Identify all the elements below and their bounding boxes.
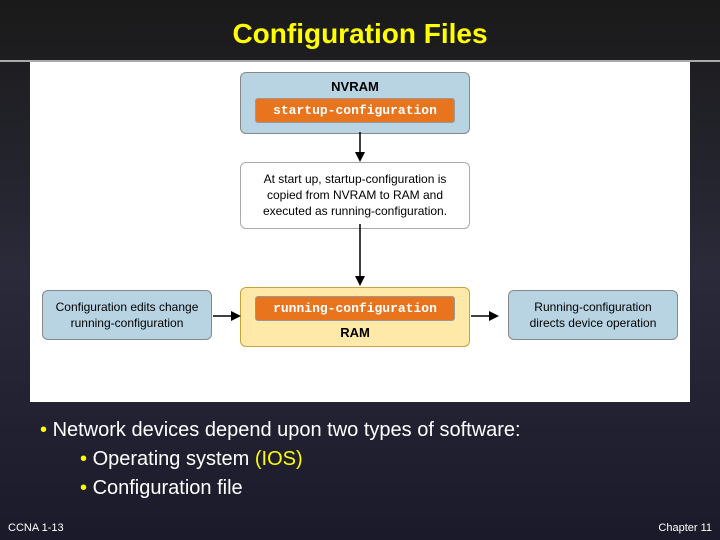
running-config-label: running-configuration <box>255 296 455 321</box>
arrow-right-icon <box>471 310 499 322</box>
footer-left: CCNA 1-13 <box>8 522 64 534</box>
footer-right: Chapter 11 <box>658 522 712 534</box>
bullet-sub-1: Operating system (IOS) <box>40 445 680 474</box>
left-caption-box: Configuration edits change running-confi… <box>42 290 212 340</box>
explanation-box: At start up, startup-configuration is co… <box>240 162 470 229</box>
bullet-list: Network devices depend upon two types of… <box>0 402 720 503</box>
startup-config-label: startup-configuration <box>255 98 455 123</box>
ios-highlight: (IOS) <box>255 448 303 470</box>
nvram-label: NVRAM <box>251 79 459 94</box>
bullet-sub-2: Configuration file <box>40 474 680 503</box>
ram-box: running-configuration RAM <box>240 287 470 347</box>
page-title: Configuration Files <box>0 0 720 60</box>
arrow-down-icon <box>354 132 366 162</box>
right-caption-box: Running-configuration directs device ope… <box>508 290 678 340</box>
ram-label: RAM <box>251 325 459 340</box>
bullet-sub-1-text: Operating system <box>93 448 255 470</box>
arrow-down-icon <box>354 224 366 286</box>
nvram-box: NVRAM startup-configuration <box>240 72 470 134</box>
diagram-area: NVRAM startup-configuration At start up,… <box>30 62 690 402</box>
arrow-right-icon <box>213 310 241 322</box>
bullet-main: Network devices depend upon two types of… <box>40 416 680 445</box>
